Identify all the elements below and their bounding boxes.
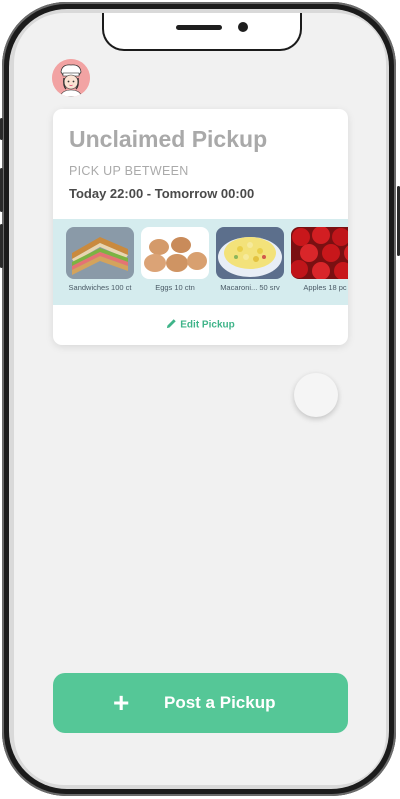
card-title: Unclaimed Pickup — [69, 126, 268, 152]
food-items-strip[interactable]: Sandwiches 100 ct Eggs 10 ctn Macaroni..… — [53, 219, 348, 305]
phone-side-button — [0, 168, 3, 212]
edit-pickup-label: Edit Pickup — [180, 319, 235, 331]
food-item[interactable]: Macaroni... 50 srv — [216, 227, 284, 292]
food-item-label: Sandwiches 100 ct — [68, 283, 132, 292]
sandwich-image — [66, 227, 134, 279]
phone-side-button — [0, 224, 3, 268]
avatar[interactable] — [52, 59, 90, 97]
plus-icon: + — [113, 687, 130, 718]
post-pickup-button[interactable]: + Post a Pickup — [53, 673, 348, 733]
food-item-label: Apples 18 pc — [303, 283, 347, 292]
apples-image — [291, 227, 348, 279]
pickup-card[interactable]: Unclaimed Pickup PICK UP BETWEEN Today 2… — [53, 109, 348, 345]
food-item-label: Macaroni... 50 srv — [220, 283, 280, 292]
food-item[interactable]: Sandwiches 100 ct — [66, 227, 134, 292]
food-item[interactable]: Apples 18 pc — [291, 227, 348, 292]
chef-avatar-icon — [52, 59, 90, 97]
phone-side-button — [0, 118, 3, 140]
floating-action-button[interactable] — [294, 373, 338, 417]
pencil-icon — [166, 318, 177, 332]
camera-icon — [238, 22, 248, 32]
macaroni-image — [216, 227, 284, 279]
pickup-window-time: Today 22:00 - Tomorrow 00:00 — [69, 186, 255, 201]
phone-notch — [102, 13, 302, 51]
app-screen: Unclaimed Pickup PICK UP BETWEEN Today 2… — [14, 13, 386, 785]
pickup-window-label: PICK UP BETWEEN — [69, 164, 189, 178]
speaker-icon — [176, 25, 222, 30]
post-pickup-label: Post a Pickup — [164, 693, 276, 712]
food-item[interactable]: Eggs 10 ctn — [141, 227, 209, 292]
eggs-image — [141, 227, 209, 279]
edit-pickup-button[interactable]: Edit Pickup — [53, 318, 348, 332]
food-item-label: Eggs 10 ctn — [155, 283, 195, 292]
